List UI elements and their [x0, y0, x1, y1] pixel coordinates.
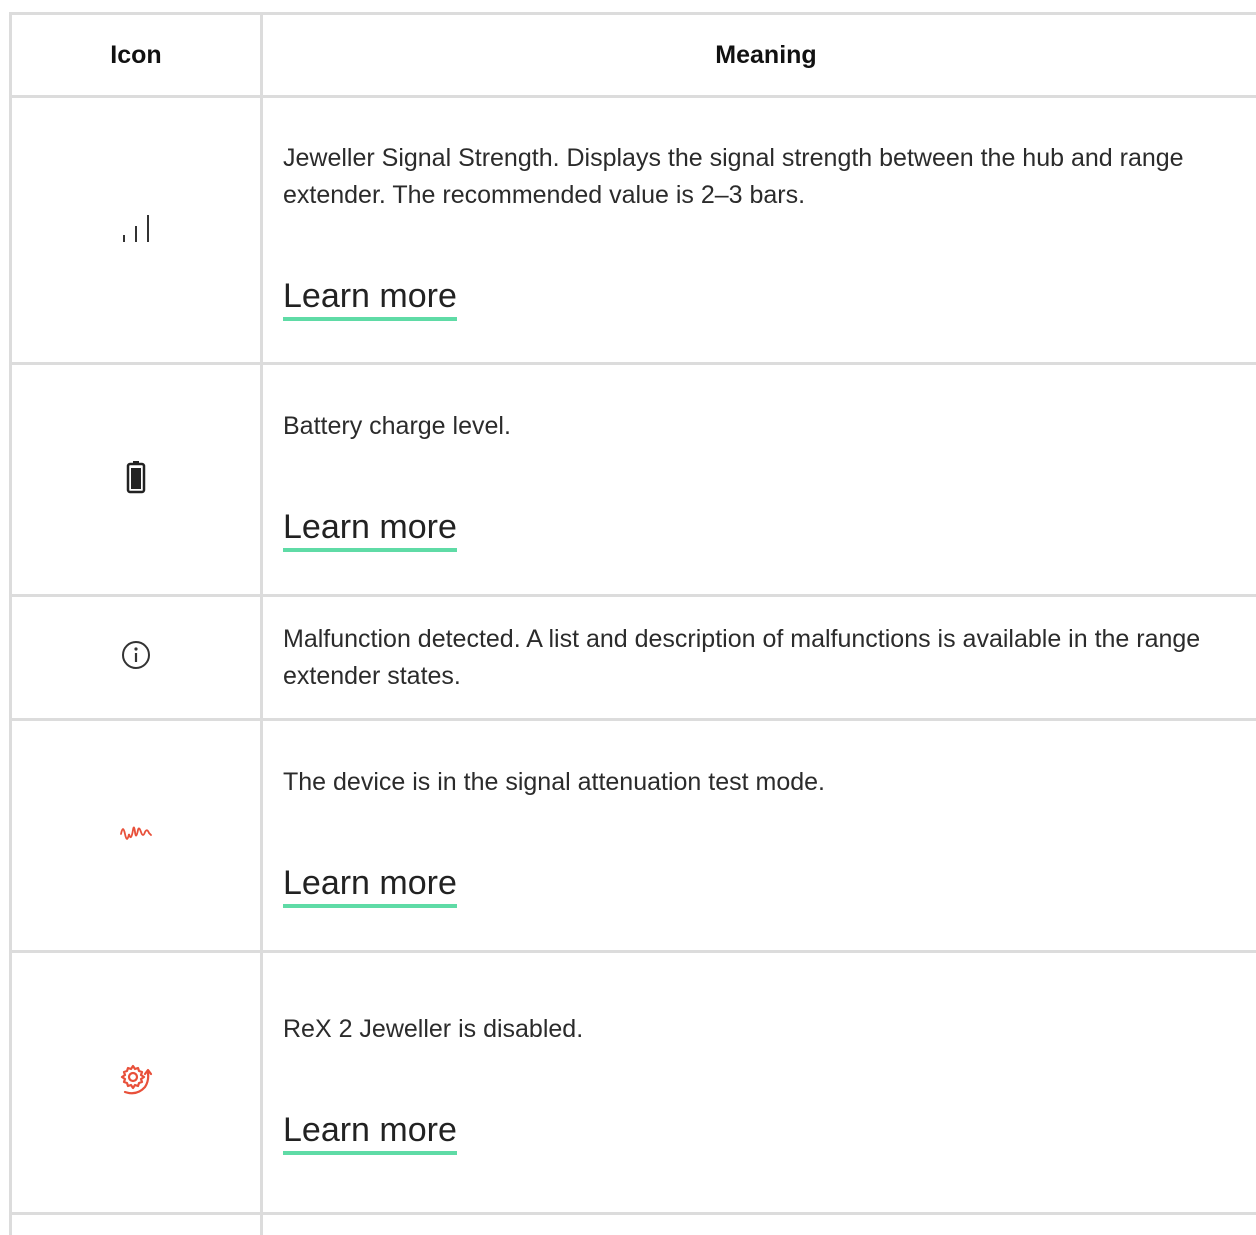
icon-column-header: Icon: [11, 14, 262, 97]
meaning-cell: The device is in the signal attenuation …: [262, 720, 1256, 952]
icon-cell: [11, 720, 262, 952]
meaning-column-header: Meaning: [262, 14, 1256, 97]
table-row: The device is in the signal attenuation …: [11, 720, 1256, 952]
table-row: Battery charge level. Learn more: [11, 364, 1256, 596]
device-disabled-gear-icon: [119, 1063, 153, 1102]
meaning-cell: Jeweller Signal Strength. Displays the s…: [262, 97, 1256, 364]
icon-cell: [11, 97, 262, 364]
row-description: The device is in the signal attenuation …: [283, 764, 1255, 801]
table-row: [11, 1214, 1256, 1235]
meaning-cell: Battery charge level. Learn more: [262, 364, 1256, 596]
icon-cell: [11, 1214, 262, 1235]
table-row: ReX 2 Jeweller is disabled. Learn more: [11, 952, 1256, 1214]
table-row: Jeweller Signal Strength. Displays the s…: [11, 97, 1256, 364]
icon-cell: [11, 596, 262, 720]
meaning-cell: ReX 2 Jeweller is disabled. Learn more: [262, 952, 1256, 1214]
icons-meaning-table: Icon Meaning Jeweller Signal Strength. D…: [9, 12, 1256, 1235]
row-description: Battery charge level.: [283, 408, 1255, 445]
info-icon: [120, 639, 152, 676]
row-description: Malfunction detected. A list and descrip…: [283, 621, 1255, 695]
table-header-row: Icon Meaning: [11, 14, 1256, 97]
learn-more-link[interactable]: Learn more: [283, 863, 457, 908]
table-row: Malfunction detected. A list and descrip…: [11, 596, 1256, 720]
icon-cell: [11, 952, 262, 1214]
signal-strength-icon: [116, 213, 156, 248]
battery-icon: [126, 460, 146, 499]
meaning-cell: Malfunction detected. A list and descrip…: [262, 596, 1256, 720]
row-description: Jeweller Signal Strength. Displays the s…: [283, 140, 1255, 214]
icon-cell: [11, 364, 262, 596]
meaning-cell: [262, 1214, 1256, 1235]
learn-more-link[interactable]: Learn more: [283, 1110, 457, 1155]
learn-more-link[interactable]: Learn more: [283, 507, 457, 552]
row-description: ReX 2 Jeweller is disabled.: [283, 1011, 1255, 1048]
learn-more-link[interactable]: Learn more: [283, 276, 457, 321]
signal-attenuation-icon: [119, 822, 153, 849]
page: Icon Meaning Jeweller Signal Strength. D…: [0, 0, 1256, 1196]
